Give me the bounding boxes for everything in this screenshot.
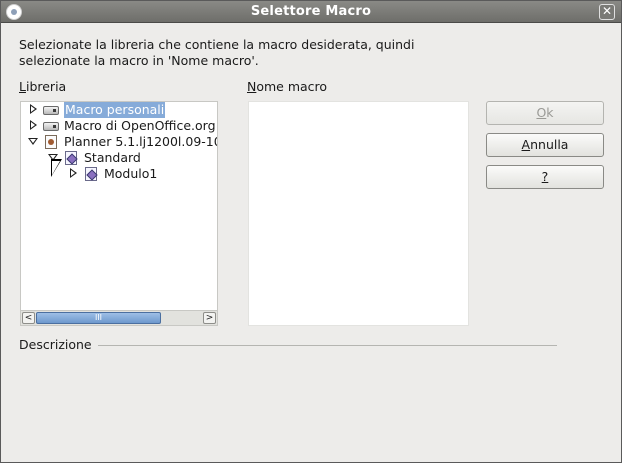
collapse-arrow-icon[interactable] [28,136,38,147]
cancel-button[interactable]: Annulla [486,133,604,157]
description-separator [98,345,557,346]
tree-item-label: Planner 5.1.lj1200l.09-10 [64,134,218,149]
drive-icon [43,106,59,115]
close-button[interactable]: ✕ [599,4,615,20]
tree-item-planner-document[interactable]: Planner 5.1.lj1200l.09-10 [21,134,217,150]
instructions-text: Selezionate la libreria che contiene la … [19,37,459,69]
description-label: Descrizione [19,337,92,352]
instructions-line-1: Selezionate la libreria che contiene la … [19,37,415,52]
help-button[interactable]: ? [486,165,604,189]
expand-arrow-icon[interactable] [69,168,78,179]
instructions-line-2: selezionate la macro in 'Nome macro'. [19,53,259,68]
horizontal-scrollbar[interactable]: < III > [21,310,217,325]
tree-item-label: Modulo1 [104,166,158,181]
macro-name-list[interactable] [248,101,469,326]
library-label: Libreria [19,79,67,94]
scroll-right-arrow-icon[interactable]: > [203,312,216,324]
window-title: Selettore Macro [250,4,372,19]
tree-item-label: Standard [84,150,141,165]
document-icon [45,135,57,149]
scroll-left-arrow-icon[interactable]: < [22,312,35,324]
tree-item-macro-personali[interactable]: Macro personali [21,102,217,118]
module-icon [85,167,97,181]
tree-item-label: Macro di OpenOffice.org [64,118,216,133]
library-tree[interactable]: Macro personali Macro di OpenOffice.org … [20,101,218,326]
title-bar[interactable]: Selettore Macro ✕ [1,1,621,23]
tree-item-macro-openoffice[interactable]: Macro di OpenOffice.org [21,118,217,134]
macro-selector-dialog: Selettore Macro ✕ Selezionate la libreri… [0,0,622,463]
scrollbar-thumb[interactable]: III [36,312,161,324]
close-icon: ✕ [601,4,613,18]
macro-name-label: Nome macro [247,79,328,94]
drive-icon [43,122,59,131]
library-icon [65,151,77,165]
expand-arrow-icon[interactable] [29,104,38,115]
tree-item-label: Macro personali [64,102,166,118]
ok-button[interactable]: Ok [486,101,604,125]
expand-arrow-icon[interactable] [29,120,38,131]
